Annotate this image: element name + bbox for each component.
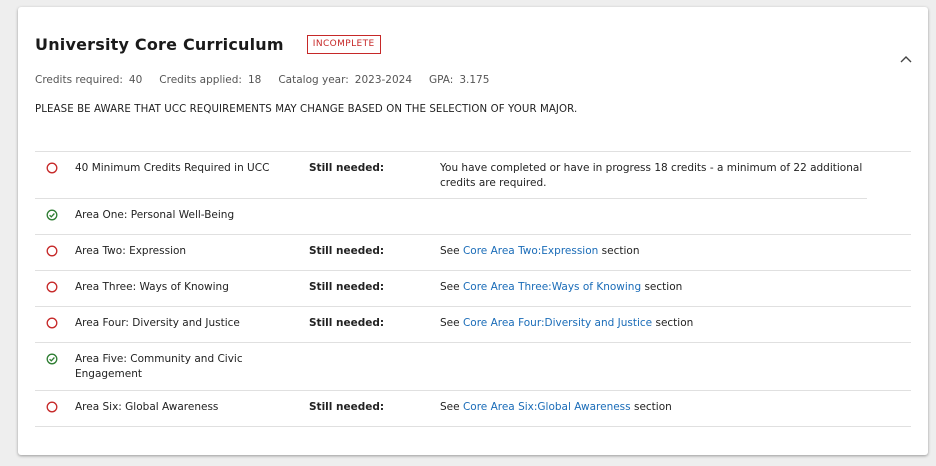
- check-circle-icon: [35, 352, 75, 370]
- credits-applied: Credits applied: 18: [159, 74, 262, 86]
- requirement-row: Area One: Personal Well-Being: [35, 199, 911, 235]
- still-needed-label: Still needed:: [309, 162, 385, 174]
- empty-circle-icon: [35, 244, 75, 262]
- detail-prefix: See: [440, 245, 460, 257]
- requirement-name: 40 Minimum Credits Required in UCC: [75, 162, 270, 174]
- requirement-row: 40 Minimum Credits Required in UCC Still …: [35, 151, 911, 199]
- empty-circle-icon: [35, 400, 75, 418]
- chevron-up-icon: [900, 56, 912, 63]
- requirement-detail: See Core Area Four:Diversity and Justice…: [440, 316, 911, 331]
- detail-suffix: section: [633, 401, 672, 413]
- still-needed-label: Still needed:: [309, 245, 385, 257]
- requirement-name: Area Two: Expression: [75, 245, 187, 257]
- summary-meta: Credits required: 40 Credits applied: 18 C…: [35, 74, 506, 86]
- gpa: GPA: 3.175: [429, 74, 490, 86]
- catalog-year: Catalog year: 2023-2024: [278, 74, 413, 86]
- requirement-card: University Core Curriculum INCOMPLETE Cr…: [18, 7, 928, 455]
- still-needed-label: Still needed:: [309, 401, 385, 413]
- detail-prefix: See: [440, 317, 460, 329]
- credits-required: Credits required: 40: [35, 74, 143, 86]
- requirement-name: Area Four: Diversity and Justice: [75, 317, 240, 329]
- requirement-detail: See Core Area Two:Expression section: [440, 244, 911, 259]
- core-area-link[interactable]: Core Area Four:Diversity and Justice: [463, 317, 652, 329]
- requirement-row: Area Five: Community and Civic Engagemen…: [35, 343, 911, 391]
- section-header: University Core Curriculum INCOMPLETE: [35, 35, 381, 54]
- detail-suffix: section: [644, 281, 683, 293]
- empty-circle-icon: [35, 280, 75, 298]
- empty-circle-icon: [35, 161, 75, 179]
- requirement-row: Area Three: Ways of Knowing Still needed:…: [35, 271, 911, 307]
- empty-circle-icon: [35, 316, 75, 334]
- requirement-row: Area Two: Expression Still needed: See Cor…: [35, 235, 911, 271]
- section-title: University Core Curriculum: [35, 35, 284, 54]
- requirement-detail: See Core Area Six:Global Awareness secti…: [440, 400, 911, 415]
- requirements-list: 40 Minimum Credits Required in UCC Still …: [35, 151, 911, 427]
- still-needed-label: Still needed:: [309, 317, 385, 329]
- check-circle-icon: [35, 208, 75, 226]
- requirement-row: Area Six: Global Awareness Still needed: S…: [35, 391, 911, 427]
- core-area-link[interactable]: Core Area Six:Global Awareness: [463, 401, 631, 413]
- requirement-name: Area Five: Community and Civic Engagemen…: [75, 353, 243, 380]
- collapse-button[interactable]: [898, 51, 914, 67]
- detail-prefix: See: [440, 401, 460, 413]
- requirement-detail: You have completed or have in progress 1…: [440, 162, 863, 189]
- detail-prefix: See: [440, 281, 460, 293]
- requirement-name: Area Six: Global Awareness: [75, 401, 219, 413]
- still-needed-label: Still needed:: [309, 281, 385, 293]
- detail-suffix: section: [655, 317, 694, 329]
- requirement-detail: See Core Area Three:Ways of Knowing sect…: [440, 280, 911, 295]
- detail-suffix: section: [601, 245, 640, 257]
- requirement-name: Area One: Personal Well-Being: [75, 209, 235, 221]
- core-area-link[interactable]: Core Area Two:Expression: [463, 245, 598, 257]
- requirement-row: Area Four: Diversity and Justice Still ne…: [35, 307, 911, 343]
- major-change-notice: PLEASE BE AWARE THAT UCC REQUIREMENTS MA…: [35, 104, 578, 115]
- core-area-link[interactable]: Core Area Three:Ways of Knowing: [463, 281, 641, 293]
- requirement-name: Area Three: Ways of Knowing: [75, 281, 229, 293]
- status-badge: INCOMPLETE: [306, 35, 381, 54]
